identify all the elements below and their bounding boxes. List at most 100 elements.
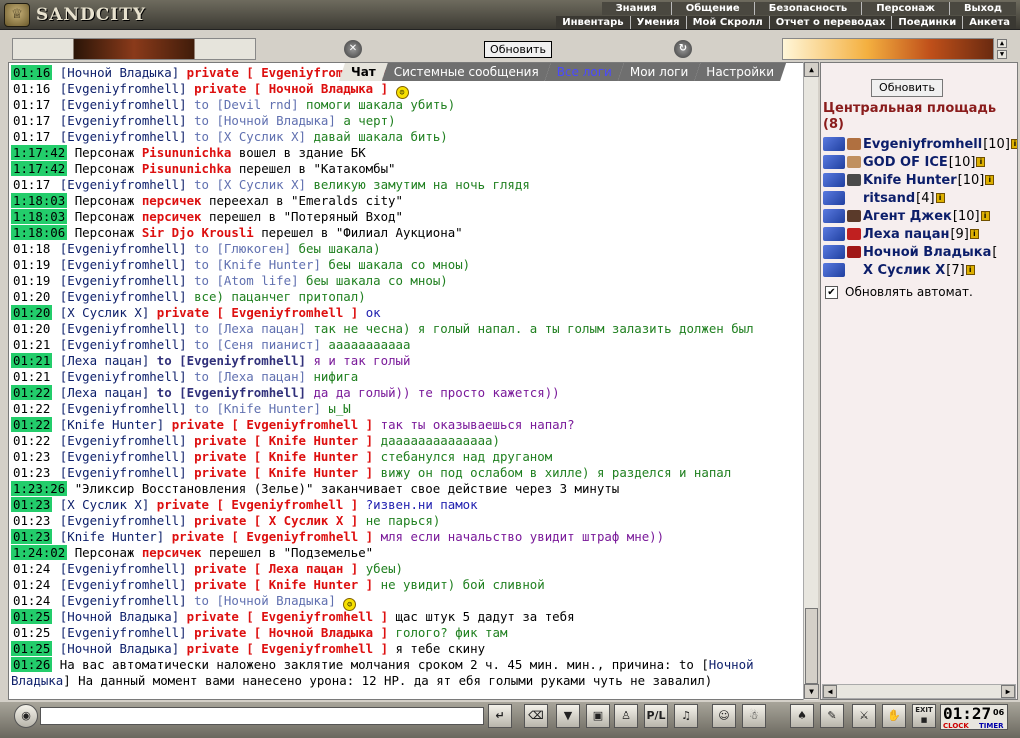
userlist-update-button[interactable]: Обновить	[871, 79, 943, 97]
save-icon[interactable]: ▣	[586, 704, 610, 728]
walk-icon[interactable]: ♙	[614, 704, 638, 728]
private-target[interactable]: private [ Х Суслик Х ]	[194, 513, 358, 528]
chat-nick[interactable]: Evgeniyfromhell	[67, 81, 179, 96]
private-arrow-icon[interactable]	[823, 209, 845, 223]
user-row[interactable]: Knife Hunter [10] i	[823, 171, 1017, 189]
private-target[interactable]: private [ Evgeniyfromhell ]	[187, 641, 388, 656]
scroll-down-icon[interactable]: ▼	[804, 684, 819, 699]
info-icon[interactable]: i	[965, 265, 975, 275]
update-button[interactable]: Обновить	[484, 41, 552, 58]
private-arrow-icon[interactable]	[823, 137, 845, 151]
smile-icon[interactable]: ☺	[712, 704, 736, 728]
to-target[interactable]: to [Ночной Владыка]	[194, 113, 336, 128]
menu-communication[interactable]: Общение	[670, 2, 754, 15]
chat-nick[interactable]: Evgeniyfromhell	[67, 577, 179, 592]
header-scroll-down-icon[interactable]: ▼	[997, 50, 1007, 59]
exit-icon[interactable]: EXIT ■	[912, 704, 936, 728]
info-icon[interactable]: i	[976, 157, 986, 167]
chat-nick[interactable]: Ночной Владыка	[67, 641, 171, 656]
to-target[interactable]: to [Evgeniyfromhell]	[157, 385, 306, 400]
private-arrow-icon[interactable]	[823, 227, 845, 241]
private-arrow-icon[interactable]	[823, 245, 845, 259]
menu-character[interactable]: Персонаж	[861, 2, 949, 15]
character-name[interactable]: Pisununichka	[142, 161, 232, 176]
character-name[interactable]: персичек	[142, 545, 202, 560]
bag-icon[interactable]: ♠	[790, 704, 814, 728]
send-icon[interactable]: ↵	[488, 704, 512, 728]
user-name[interactable]: Evgeniyfromhell	[863, 137, 982, 152]
refresh-shield-icon[interactable]: ↻	[674, 40, 692, 58]
menu-exit[interactable]: Выход	[948, 2, 1016, 15]
menu-skills[interactable]: Умения	[629, 16, 686, 29]
info-icon[interactable]: i	[935, 193, 945, 203]
user-row[interactable]: Х Суслик Х [7] i	[823, 261, 1017, 279]
chat-nick[interactable]: Evgeniyfromhell	[67, 449, 179, 464]
user-row[interactable]: Леха пацан [9] i	[823, 225, 1017, 243]
chat-nick[interactable]: Evgeniyfromhell	[67, 321, 179, 336]
chat-nick[interactable]: Evgeniyfromhell	[67, 113, 179, 128]
checkbox-checked-icon[interactable]: ✔	[825, 285, 838, 299]
header-scroll-up-icon[interactable]: ▲	[997, 39, 1007, 48]
private-arrow-icon[interactable]	[823, 155, 845, 169]
chat-nick[interactable]: Evgeniyfromhell	[67, 337, 179, 352]
pl-icon[interactable]: P/L	[644, 704, 668, 728]
speaker-head-icon[interactable]: ◉	[14, 704, 38, 728]
user-name[interactable]: Х Суслик Х	[863, 263, 945, 278]
menu-duels[interactable]: Поединки	[891, 16, 962, 29]
chat-nick[interactable]: Evgeniyfromhell	[67, 625, 179, 640]
chat-nick[interactable]: Ночной Владыка	[67, 609, 171, 624]
chat-nick[interactable]: Evgeniyfromhell	[67, 97, 179, 112]
menu-transfers-report[interactable]: Отчет о переводах	[768, 16, 892, 29]
user-name[interactable]: Knife Hunter	[863, 173, 957, 188]
user-name[interactable]: Агент Джек	[863, 209, 952, 224]
to-target[interactable]: to [Ночной Владыка]	[194, 593, 336, 608]
chat-nick[interactable]: Evgeniyfromhell	[67, 289, 179, 304]
user-name[interactable]: Леха пацан	[863, 227, 949, 242]
eraser-icon[interactable]: ⌫	[524, 704, 548, 728]
character-name[interactable]: персичек	[142, 193, 202, 208]
tab-1[interactable]: Системные сообщения	[382, 63, 551, 81]
to-target[interactable]: to [Х Суслик Х]	[194, 177, 306, 192]
chat-nick[interactable]: Evgeniyfromhell	[67, 513, 179, 528]
to-target[interactable]: to [Сеня пианист]	[194, 337, 321, 352]
chat-nick[interactable]: Evgeniyfromhell	[67, 273, 179, 288]
user-row[interactable]: ritsand [4] i	[823, 189, 1017, 207]
user-row[interactable]: Агент Джек [10] i	[823, 207, 1017, 225]
info-icon[interactable]: i	[1010, 139, 1017, 149]
chat-nick[interactable]: Evgeniyfromhell	[67, 401, 179, 416]
timer-label[interactable]: TIMER	[979, 722, 1004, 730]
menu-knowledge[interactable]: Знания	[602, 2, 671, 15]
info-icon[interactable]: i	[985, 175, 995, 185]
to-target[interactable]: to [Atom life]	[194, 273, 298, 288]
character-name[interactable]: Pisununichka	[142, 145, 232, 160]
chat-input[interactable]	[40, 707, 484, 725]
chat-nick[interactable]: Evgeniyfromhell	[67, 241, 179, 256]
private-target[interactable]: private [ Evgeniyfromhell ]	[172, 529, 373, 544]
chat-nick[interactable]: Ночной Владыка	[67, 65, 171, 80]
chat-nick[interactable]: Knife Hunter	[67, 529, 157, 544]
user-row[interactable]: GOD OF ICE [10] i	[823, 153, 1017, 171]
shield-icon[interactable]: ✕	[344, 40, 362, 58]
chat-nick[interactable]: Evgeniyfromhell	[67, 465, 179, 480]
private-target[interactable]: private [ Knife Hunter ]	[194, 433, 373, 448]
to-target[interactable]: to [Evgeniyfromhell]	[157, 353, 306, 368]
menu-security[interactable]: Безопасность	[753, 2, 862, 15]
private-target[interactable]: private [ Evgeniyfromhell ]	[172, 417, 373, 432]
private-target[interactable]: private [ Evgeniyfromhell ]	[157, 305, 358, 320]
scroll-book-icon[interactable]: ✎	[820, 704, 844, 728]
music-icon[interactable]: ♫	[674, 704, 698, 728]
to-target[interactable]: to [Knife Hunter]	[194, 401, 321, 416]
private-target[interactable]: private [ Evgeniyfromhell ]	[157, 497, 358, 512]
menu-profile[interactable]: Анкета	[962, 16, 1016, 29]
info-icon[interactable]: i	[980, 211, 990, 221]
chat-nick[interactable]: Леха пацан	[67, 385, 142, 400]
user-name[interactable]: ritsand	[863, 191, 915, 206]
private-arrow-icon[interactable]	[823, 191, 845, 205]
side-horizontal-scrollbar[interactable]: ◀ ▶	[822, 684, 1016, 699]
to-target[interactable]: to [Леха пацан]	[194, 369, 306, 384]
chat-scrollbar[interactable]: ▲ ▼	[803, 62, 819, 700]
tab-3[interactable]: Мои логи	[618, 63, 700, 81]
to-target[interactable]: to [Глюкоген]	[194, 241, 291, 256]
chat-nick[interactable]: Evgeniyfromhell	[67, 369, 179, 384]
user-name[interactable]: GOD OF ICE	[863, 155, 948, 170]
